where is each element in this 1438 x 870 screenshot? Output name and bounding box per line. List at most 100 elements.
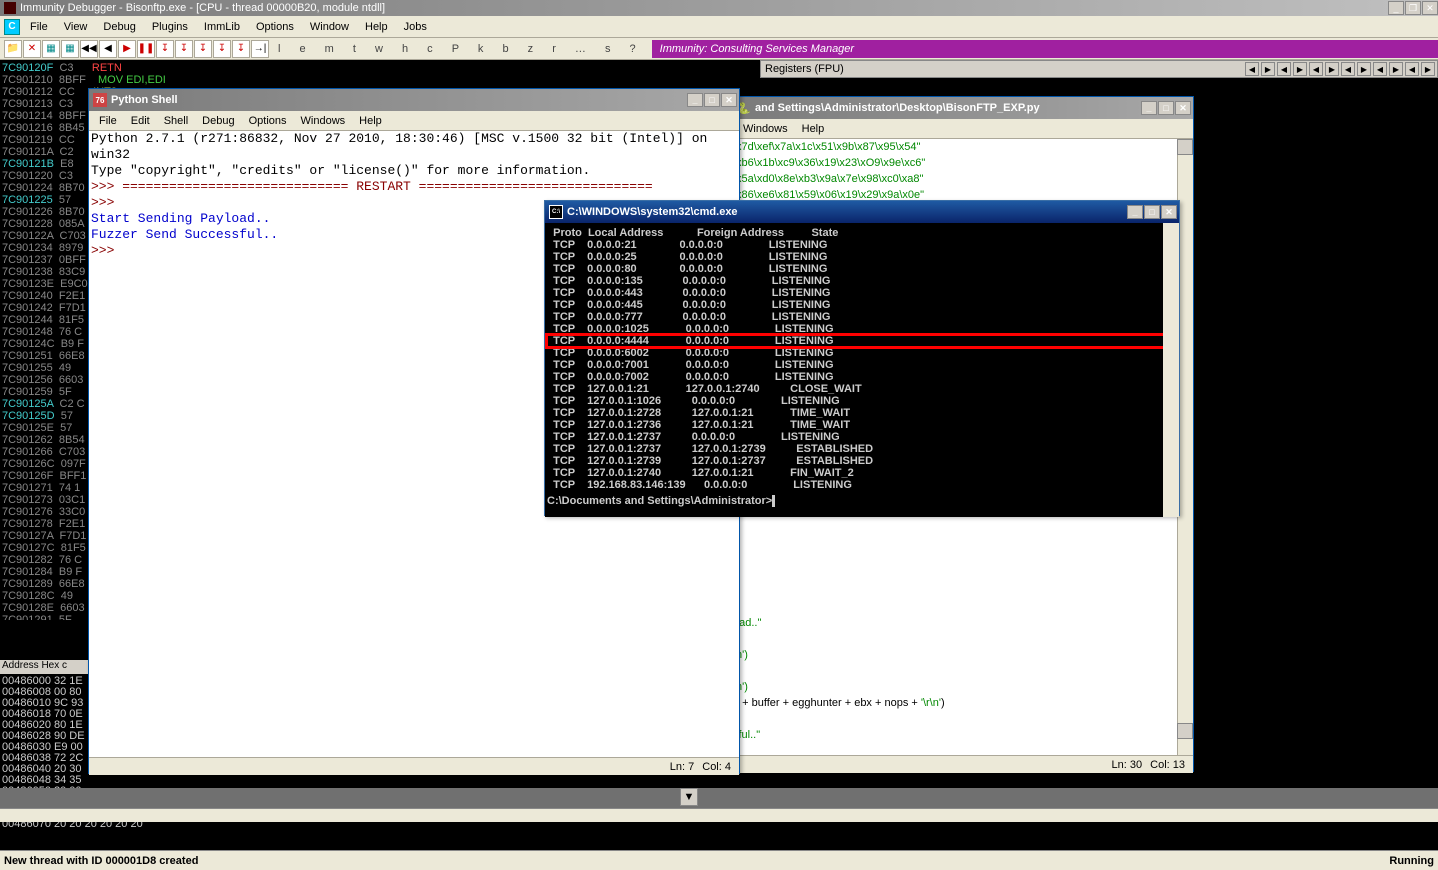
menu-options[interactable]: Options	[250, 19, 300, 35]
dump-line[interactable]: 00486048 34 35	[2, 775, 758, 786]
reg-scroll-right6[interactable]: ▶	[1421, 62, 1435, 76]
step4-icon[interactable]: ↧	[213, 40, 231, 58]
menu-file[interactable]: File	[24, 19, 54, 35]
step5-icon[interactable]: ↧	[232, 40, 250, 58]
cmd-maximize-button[interactable]: □	[1144, 205, 1160, 219]
view2-icon[interactable]: ▦	[61, 40, 79, 58]
cmd-row: TCP 127.0.0.1:2740 127.0.0.1:21 FIN_WAIT…	[547, 467, 1177, 479]
editor-titlebar[interactable]: 🐍 and Settings\Administrator\Desktop\Bis…	[733, 97, 1193, 119]
editor-line: \x5a\xd0\x8e\xb3\x9a\x7e\x98\xc0\xa8"	[733, 171, 1193, 187]
shell-minimize-button[interactable]: _	[687, 93, 703, 107]
cmd-header-row: Proto Local Address Foreign Address Stat…	[547, 227, 1177, 239]
command-bar: ▼	[0, 788, 1438, 808]
view1-icon[interactable]: ▦	[42, 40, 60, 58]
editor-line: \n')	[733, 647, 1193, 663]
shell-menu-file[interactable]: File	[93, 113, 123, 129]
disasm-line[interactable]: 7C90120F C3 RETN	[2, 62, 758, 74]
menu-jobs[interactable]: Jobs	[398, 19, 433, 35]
editor-menu-windows[interactable]: Windows	[737, 121, 794, 137]
editor-minimize-button[interactable]: _	[1141, 101, 1157, 115]
editor-line: ))	[733, 583, 1193, 599]
goto-icon[interactable]: →|	[251, 40, 269, 58]
open-icon[interactable]: 📁	[4, 40, 22, 58]
reg-scroll-right4[interactable]: ▶	[1357, 62, 1371, 76]
cmd-row: TCP 127.0.0.1:2737 127.0.0.1:2739 ESTABL…	[547, 443, 1177, 455]
shell-title: Python Shell	[111, 94, 178, 106]
menu-help[interactable]: Help	[359, 19, 394, 35]
reg-scroll-right5[interactable]: ▶	[1389, 62, 1403, 76]
registers-titlebar[interactable]: Registers (FPU) ◀ ▶ ◀ ▶ ◀ ▶ ◀ ▶ ◀ ▶ ◀ ▶	[760, 60, 1438, 78]
reg-scroll-right3[interactable]: ▶	[1325, 62, 1339, 76]
cmd-body[interactable]: Proto Local Address Foreign Address Stat…	[545, 223, 1179, 517]
shell-menu-options[interactable]: Options	[243, 113, 293, 129]
shell-menu-shell[interactable]: Shell	[158, 113, 194, 129]
editor-ln: Ln: 30	[1112, 759, 1143, 771]
cmd-row: TCP 192.168.83.146:139 0.0.0.0:0 LISTENI…	[547, 479, 1177, 491]
shell-menu-debug[interactable]: Debug	[196, 113, 240, 129]
command-dropdown-button[interactable]: ▼	[680, 788, 698, 806]
cmd-row: TCP 0.0.0.0:80 0.0.0.0:0 LISTENING	[547, 263, 1177, 275]
cmd-row: TCP 0.0.0.0:445 0.0.0.0:0 LISTENING	[547, 299, 1177, 311]
main-title-text: Immunity Debugger - Bisonftp.exe - [CPU …	[20, 2, 385, 14]
cmd-minimize-button[interactable]: _	[1127, 205, 1143, 219]
step2-icon[interactable]: ↧	[175, 40, 193, 58]
main-minimize-button[interactable]: _	[1388, 1, 1404, 15]
play-icon[interactable]: ▶	[118, 40, 136, 58]
cmd-titlebar[interactable]: C:\ C:\WINDOWS\system32\cmd.exe _ □ ✕	[545, 201, 1179, 223]
rewind-icon[interactable]: ◀◀	[80, 40, 98, 58]
editor-line	[733, 631, 1193, 647]
cmd-close-button[interactable]: ✕	[1161, 205, 1177, 219]
editor-line	[733, 599, 1193, 615]
menu-view[interactable]: View	[58, 19, 94, 35]
reg-scroll-left3[interactable]: ◀	[1309, 62, 1323, 76]
cmd-row: TCP 127.0.0.1:2737 0.0.0.0:0 LISTENING	[547, 431, 1177, 443]
cmd-window[interactable]: C:\ C:\WINDOWS\system32\cmd.exe _ □ ✕ Pr…	[544, 200, 1180, 516]
step1-icon[interactable]: ↧	[156, 40, 174, 58]
main-toolbar: 📁 ✕ ▦ ▦ ◀◀ ◀ ▶ ❚❚ ↧ ↧ ↧ ↧ ↧ →| l e m t w…	[0, 38, 1438, 60]
editor-menu-help[interactable]: Help	[796, 121, 831, 137]
editor-close-button[interactable]: ✕	[1175, 101, 1191, 115]
toolbar-banner: Immunity: Consulting Services Manager	[652, 40, 1438, 58]
cmd-row: TCP 0.0.0.0:7002 0.0.0.0:0 LISTENING	[547, 371, 1177, 383]
reg-scroll-left[interactable]: ◀	[1245, 62, 1259, 76]
shell-menu-help[interactable]: Help	[353, 113, 388, 129]
pause-icon[interactable]: ❚❚	[137, 40, 155, 58]
cmd-prompt[interactable]: C:\Documents and Settings\Administrator>	[547, 495, 1177, 507]
scroll-down-icon[interactable]	[1177, 723, 1193, 739]
cmd-row: TCP 127.0.0.1:1026 0.0.0.0:0 LISTENING	[547, 395, 1177, 407]
reg-scroll-left6[interactable]: ◀	[1405, 62, 1419, 76]
cmd-title: C:\WINDOWS\system32\cmd.exe	[567, 206, 738, 218]
shell-titlebar[interactable]: 76 Python Shell _ □ ✕	[89, 89, 739, 111]
step3-icon[interactable]: ↧	[194, 40, 212, 58]
back-icon[interactable]: ◀	[99, 40, 117, 58]
scroll-up-icon[interactable]	[1177, 139, 1193, 155]
reg-scroll-left5[interactable]: ◀	[1373, 62, 1387, 76]
main-restore-button[interactable]: ❐	[1405, 1, 1421, 15]
shell-menu-edit[interactable]: Edit	[125, 113, 156, 129]
reg-scroll-right2[interactable]: ▶	[1293, 62, 1307, 76]
shell-close-button[interactable]: ✕	[721, 93, 737, 107]
shell-menu-windows[interactable]: Windows	[295, 113, 352, 129]
editor-title: and Settings\Administrator\Desktop\Bison…	[755, 102, 1040, 114]
main-statusbar: New thread with ID 000001D8 created Runn…	[0, 850, 1438, 870]
cmd-row: TCP 127.0.0.1:2739 127.0.0.1:2737 ESTABL…	[547, 455, 1177, 467]
menu-plugins[interactable]: Plugins	[146, 19, 194, 35]
reg-scroll-left2[interactable]: ◀	[1277, 62, 1291, 76]
menu-debug[interactable]: Debug	[97, 19, 141, 35]
editor-menubar: Windows Help	[733, 119, 1193, 139]
reg-scroll-left4[interactable]: ◀	[1341, 62, 1355, 76]
toolbar-letters[interactable]: l e m t w h c P k b z r … s ?	[270, 41, 644, 56]
cmd-scrollbar[interactable]	[1163, 223, 1179, 517]
cmd-row: TCP 127.0.0.1:21 127.0.0.1:2740 CLOSE_WA…	[547, 383, 1177, 395]
menu-immlib[interactable]: ImmLib	[198, 19, 246, 35]
cmd-row: TCP 0.0.0.0:7001 0.0.0.0:0 LISTENING	[547, 359, 1177, 371]
shell-maximize-button[interactable]: □	[704, 93, 720, 107]
dump-header: Address Hex c	[0, 660, 90, 674]
disasm-line[interactable]: 7C901210 8BFF MOV EDI,EDI	[2, 74, 758, 86]
reg-scroll-right[interactable]: ▶	[1261, 62, 1275, 76]
editor-maximize-button[interactable]: □	[1158, 101, 1174, 115]
menu-window[interactable]: Window	[304, 19, 355, 35]
close-file-icon[interactable]: ✕	[23, 40, 41, 58]
cpu-icon[interactable]: C	[4, 19, 20, 35]
main-close-button[interactable]: ✕	[1422, 1, 1438, 15]
